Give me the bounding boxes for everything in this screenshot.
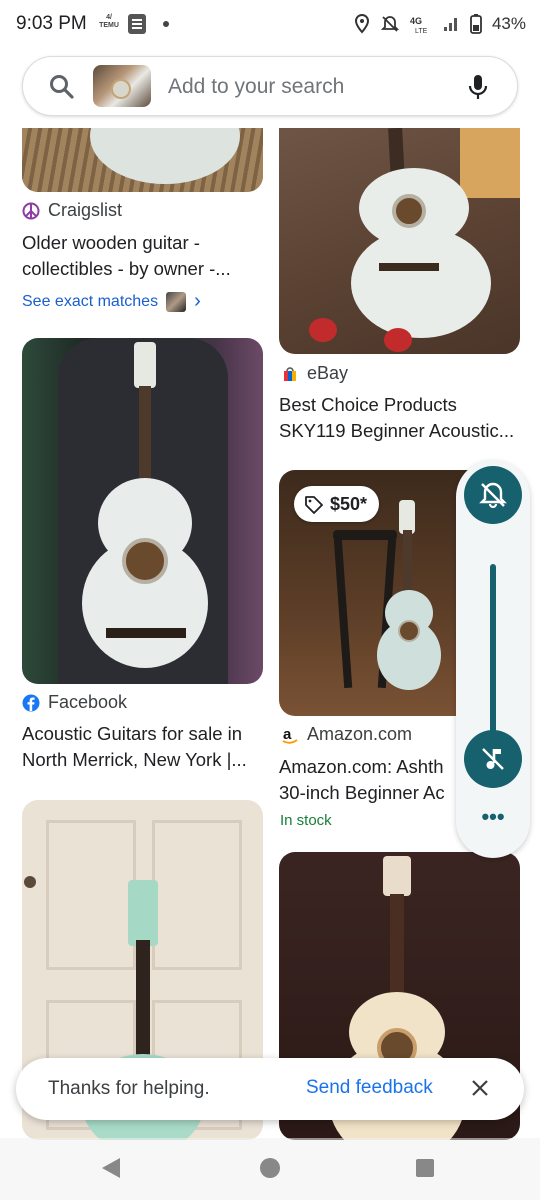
title-line: 30-inch Beginner Ac [279, 782, 445, 803]
close-icon[interactable] [468, 1076, 492, 1100]
exact-match-thumbnail [166, 291, 187, 312]
guitar-photo [279, 128, 520, 354]
source-label: eBay [307, 363, 349, 383]
exact-matches-label: See exact matches [22, 292, 159, 310]
guitar-photo [22, 128, 263, 192]
result-title-craigslist[interactable]: Older wooden guitar - collectibles - by … [22, 230, 268, 282]
status-bar: 9:03 PM 4/TEMU 4G LTE 43% [0, 0, 540, 50]
price-label: $50* [330, 493, 368, 514]
result-source-amazon: a Amazon.com [281, 724, 412, 745]
amazon-icon: a [282, 726, 298, 744]
result-title-amazon[interactable]: Amazon.com: Ashth 30-inch Beginner Ac [279, 754, 455, 806]
search-input[interactable] [168, 73, 428, 101]
mute-icon [380, 16, 400, 32]
search-icon[interactable] [49, 74, 75, 100]
title-line: Older wooden guitar - [22, 232, 200, 253]
microphone-icon[interactable] [463, 72, 493, 102]
price-tag-icon [305, 496, 323, 514]
title-line: SKY119 Beginner Acoustic... [279, 420, 515, 441]
temu-notification-icon: 4/TEMU [99, 14, 119, 29]
feedback-toast: Thanks for helping. Send feedback [16, 1058, 524, 1120]
bell-off-icon [479, 482, 507, 509]
svg-text:LTE: LTE [415, 28, 428, 34]
title-line: North Merrick, New York |... [22, 749, 247, 770]
battery-icon [470, 14, 482, 34]
svg-text:4G: 4G [410, 16, 422, 26]
result-source-ebay: eBay [281, 363, 348, 384]
signal-icon [443, 18, 457, 31]
ebay-icon [284, 366, 296, 381]
result-title-ebay[interactable]: Best Choice Products SKY119 Beginner Aco… [279, 392, 525, 444]
back-icon[interactable] [102, 1158, 120, 1178]
4g-lte-icon: 4G LTE [410, 16, 428, 34]
facebook-icon [22, 694, 40, 711]
more-notifications-dot [163, 21, 169, 27]
see-exact-matches-link[interactable]: See exact matches › [22, 290, 201, 313]
price-badge: $50* [294, 486, 380, 522]
guitar-photo [22, 338, 263, 684]
title-line: Acoustic Guitars for sale in [22, 723, 243, 744]
result-source-facebook: Facebook [22, 692, 127, 713]
location-icon [354, 14, 369, 34]
stock-status: In stock [280, 812, 332, 829]
send-feedback-button[interactable]: Send feedback [306, 1077, 433, 1099]
title-line: collectibles - by owner -... [22, 258, 231, 279]
result-image-craigslist[interactable] [22, 128, 263, 192]
svg-text:a: a [283, 726, 292, 743]
battery-percent: 43% [491, 14, 526, 33]
volume-panel: ••• [456, 460, 530, 858]
status-right: 4G LTE 43% [354, 12, 526, 36]
search-bar[interactable] [22, 56, 518, 116]
search-image-thumbnail[interactable] [93, 65, 151, 107]
source-label: Amazon.com [307, 724, 413, 744]
title-line: Best Choice Products [279, 394, 457, 415]
toast-message: Thanks for helping. [48, 1078, 210, 1099]
peace-sign-icon [22, 202, 40, 219]
home-icon[interactable] [260, 1158, 280, 1178]
notification-icon [128, 14, 146, 34]
status-time: 9:03 PM [16, 13, 87, 34]
result-image-facebook[interactable] [22, 338, 263, 684]
source-label: Craigslist [48, 200, 123, 220]
result-source-craigslist: Craigslist [22, 200, 122, 221]
more-options-icon[interactable]: ••• [480, 806, 506, 832]
title-line: Amazon.com: Ashth [279, 756, 444, 777]
music-note-off-icon [482, 748, 504, 770]
recent-apps-icon[interactable] [416, 1159, 434, 1177]
chevron-right-icon: › [194, 290, 201, 312]
result-title-facebook[interactable]: Acoustic Guitars for sale in North Merri… [22, 721, 268, 773]
source-label: Facebook [48, 692, 128, 712]
media-mute-button[interactable] [464, 730, 522, 788]
ringer-mute-button[interactable] [464, 466, 522, 524]
system-nav-bar [0, 1138, 540, 1200]
result-image-ebay[interactable] [279, 128, 520, 354]
